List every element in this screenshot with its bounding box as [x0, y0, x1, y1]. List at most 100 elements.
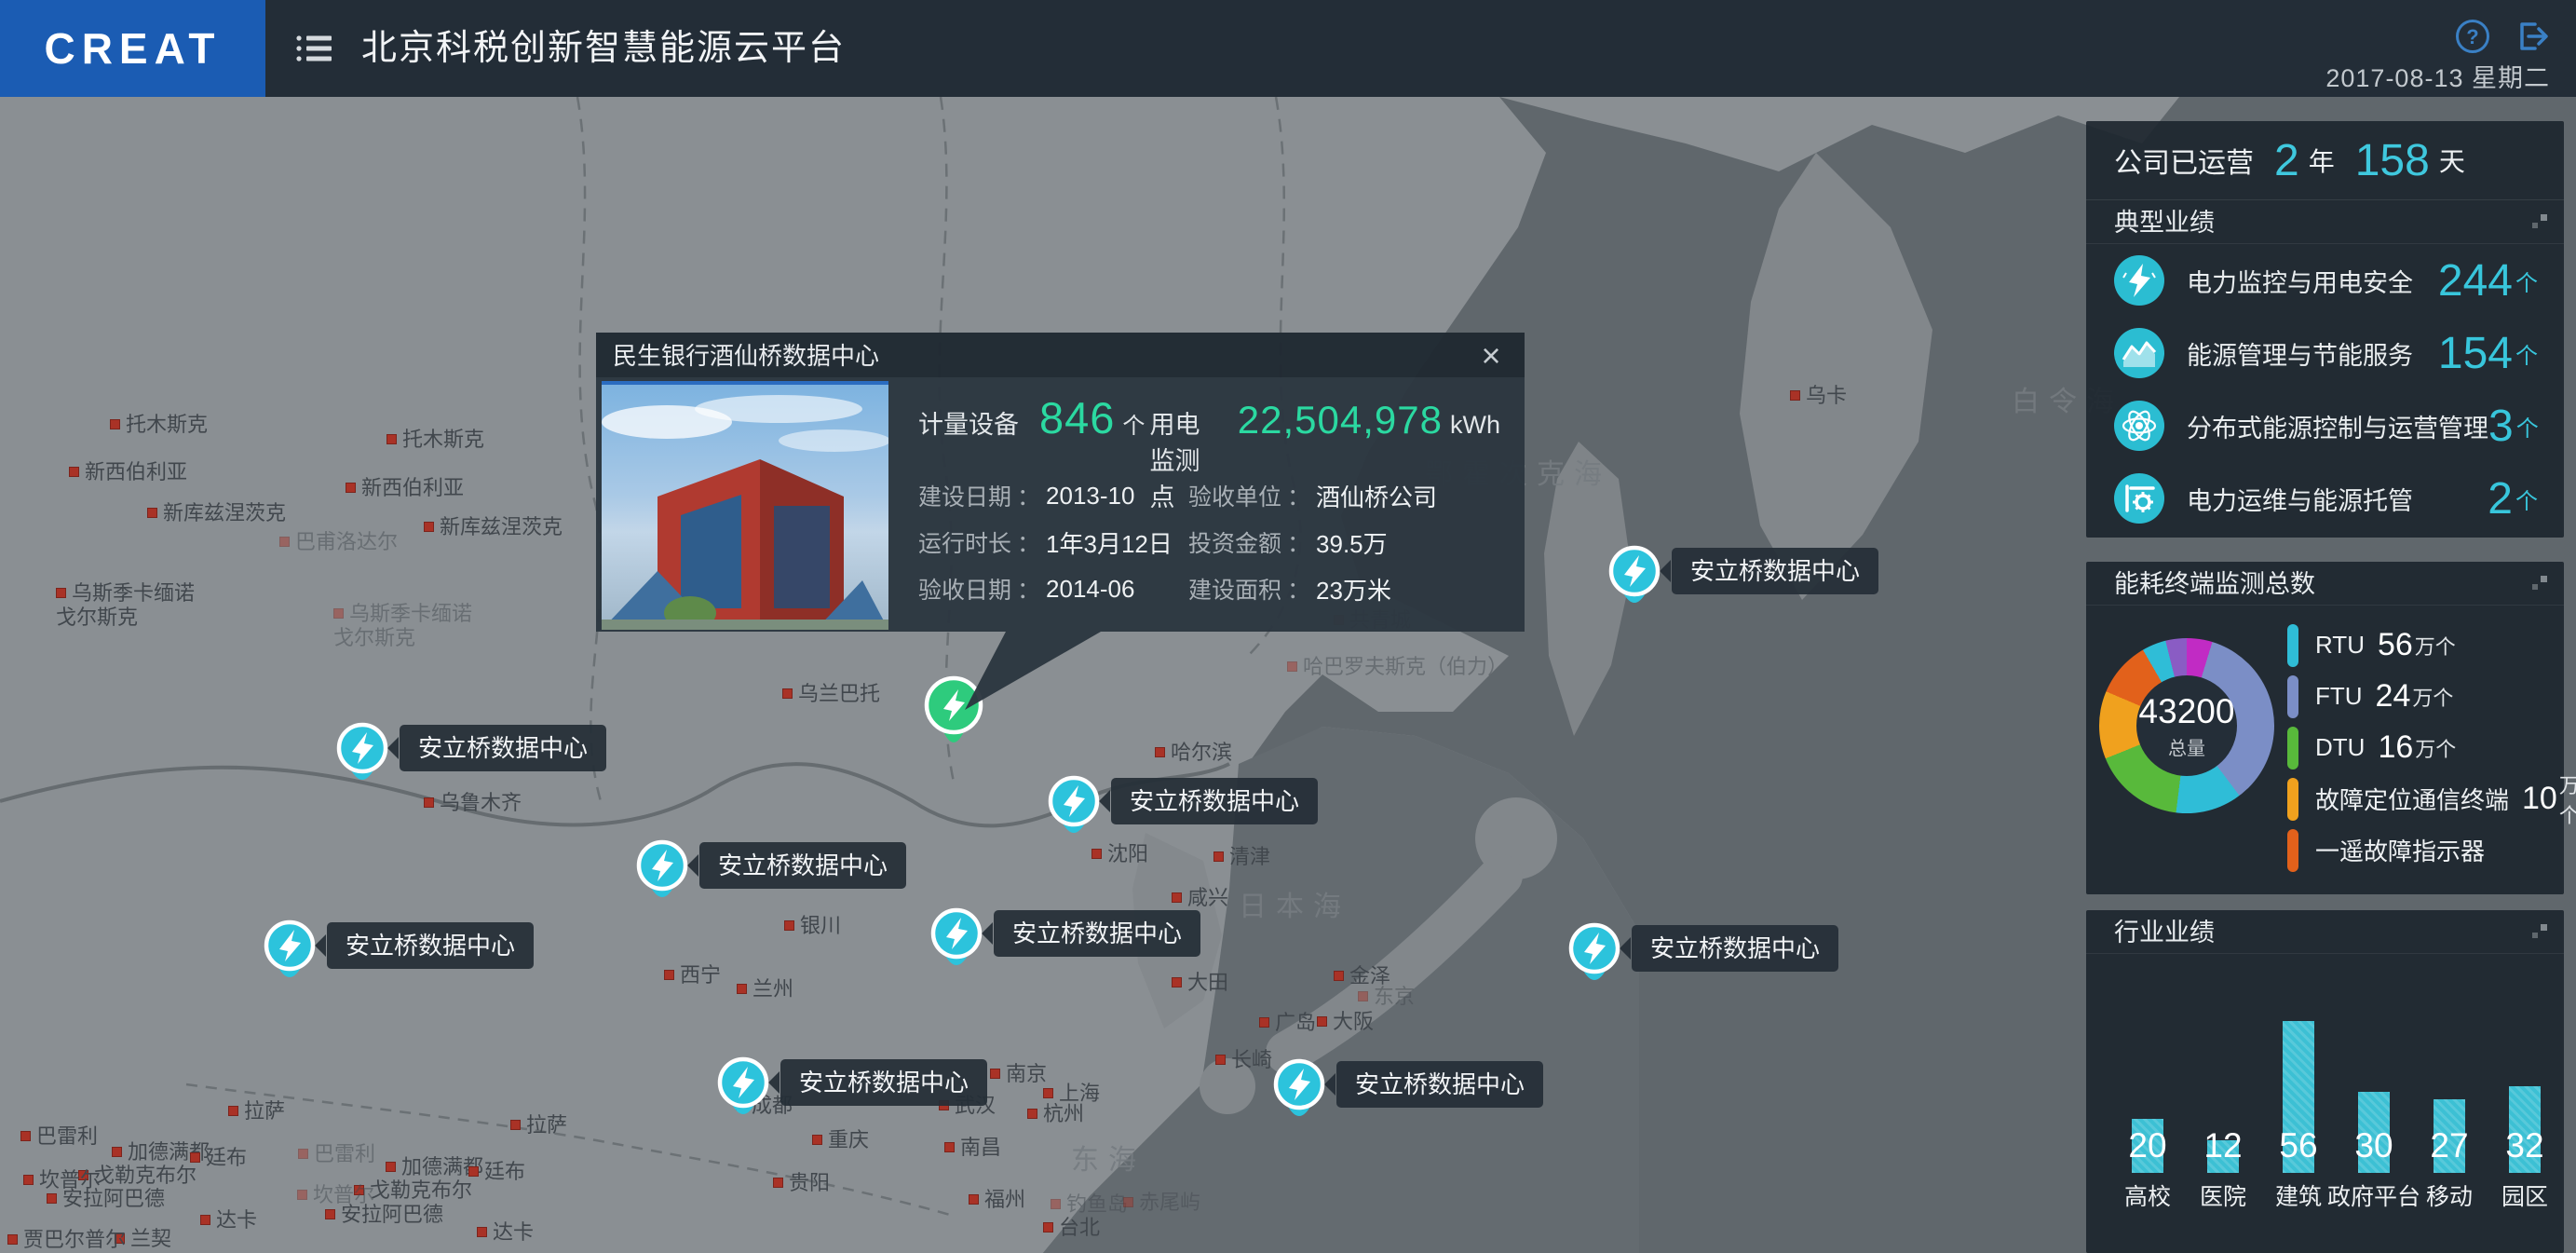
map-city-dot [110, 419, 120, 429]
close-icon[interactable]: × [1472, 336, 1510, 375]
achievement-item: 分布式能源控制与运营管理 3 个 [2086, 389, 2564, 462]
stat-value: 22,504,978 [1238, 398, 1443, 443]
help-icon[interactable]: ? [2455, 19, 2490, 54]
map-city-label: 赤尾屿 [1123, 1186, 1200, 1216]
map-city-dot [1027, 1109, 1037, 1119]
map-city-label: 清津 [1213, 840, 1270, 870]
section-title-typical: 典型业绩 [2086, 200, 2564, 244]
map-city-label: 新西伯利亚 [346, 471, 464, 501]
map-city-dot [297, 1190, 307, 1200]
map-city-dot [1790, 390, 1800, 401]
section-title-terminals: 能耗终端监测总数 [2086, 562, 2564, 606]
map-city-label: 重庆 [812, 1124, 869, 1153]
panel-terminals: 能耗终端监测总数 43200 总量 RTU 56 万个 FTU 24 万个 [2086, 562, 2564, 894]
map-city-label: 乌兰巴托 [782, 677, 880, 707]
energy-wave-icon [2114, 328, 2164, 378]
panel-company: 公司已运营 2年 158天 典型业绩 电力监控与用电安全 244 个 [2086, 121, 2564, 538]
map-city-label: 大阪 [1317, 1005, 1374, 1035]
bar-value: 32 [2505, 1126, 2543, 1165]
map-marker[interactable] [1044, 773, 1104, 851]
map-marker[interactable] [1565, 920, 1624, 999]
section-title-industry: 行业业绩 [2086, 910, 2564, 954]
map-city-label: 乌斯季卡缅诺戈尔斯克 [56, 581, 196, 631]
bar-value: 30 [2354, 1126, 2393, 1165]
marker-label-bubble[interactable]: 安立桥数据中心 [994, 910, 1200, 957]
map-city-label: 贾巴尔普尔 [7, 1223, 126, 1253]
marker-label-bubble[interactable]: 安立桥数据中心 [699, 842, 906, 889]
map-city-dot [1358, 991, 1368, 1001]
marker-label-bubble[interactable]: 安立桥数据中心 [1111, 778, 1318, 824]
brand-logo: CREAT [0, 0, 265, 97]
map-city-dot [812, 1135, 822, 1145]
map-marker[interactable] [332, 720, 392, 798]
map-city-dot [279, 537, 290, 547]
map-city-dot [784, 920, 794, 931]
map-city-label: 贵阳 [773, 1166, 830, 1196]
map-city-dot [1155, 747, 1165, 757]
map-city-label: 钓鱼岛 [1051, 1188, 1128, 1218]
map-city-dot [228, 1106, 238, 1116]
bar-value: 20 [2128, 1126, 2166, 1165]
popup-body: 计量设备 846 个 用电监测点 22,504,978 kWh 建设日期：201… [596, 377, 1525, 632]
map-marker[interactable] [713, 1055, 773, 1133]
map-marker[interactable] [927, 906, 986, 984]
map-city-label: 托木斯克 [110, 408, 208, 438]
map-city-label: 廷布 [190, 1141, 247, 1171]
map-city-label: 银川 [784, 909, 841, 939]
logout-icon[interactable] [2515, 19, 2550, 54]
detail-item: 建设日期：2013-10 [918, 472, 1188, 519]
map-city-dot [346, 483, 356, 493]
bar-categories: 高校 医院 建筑 政府平台 移动 园区 [2099, 1178, 2551, 1216]
map-marker[interactable] [1269, 1056, 1329, 1135]
map-city-dot [298, 1149, 308, 1159]
bar-category: 建筑 [2275, 1178, 2322, 1212]
map-city-label: 廷布 [468, 1155, 525, 1185]
expand-icon[interactable] [2530, 213, 2549, 232]
map-city-label: 乌卡 [1790, 379, 1847, 409]
bar-category: 医院 [2200, 1178, 2246, 1212]
legend-item: FTU 24 万个 [2287, 671, 2555, 722]
expand-icon[interactable] [2530, 575, 2549, 593]
detail-item: 验收日期：2014-06 [918, 565, 1188, 612]
map-city-label: 巴甫洛达尔 [279, 525, 398, 555]
map-city-label: 哈巴罗夫斯克（伯力） [1287, 650, 1508, 680]
map-city-dot [1172, 892, 1182, 903]
industry-bar-chart: 20 12 56 30 27 32 [2099, 966, 2551, 1173]
page-title: 北京科税创新智慧能源云平台 [361, 0, 846, 97]
map-marker[interactable] [1605, 543, 1664, 621]
legend-swatch [2287, 829, 2298, 872]
map-city-dot [510, 1120, 521, 1130]
lightning-icon [2114, 255, 2164, 306]
map-city-dot [664, 970, 674, 980]
map-city-label: 大田 [1172, 966, 1228, 996]
popup-pointer [941, 630, 1108, 714]
marker-label-bubble[interactable]: 安立桥数据中心 [1672, 548, 1878, 594]
map-city-label: 托木斯克 [386, 423, 484, 453]
bar-category: 园区 [2501, 1178, 2548, 1212]
map-city-label: 南京 [990, 1057, 1047, 1087]
map-city-label: 长崎 [1215, 1043, 1272, 1073]
marker-label-bubble[interactable]: 安立桥数据中心 [400, 725, 606, 771]
legend-item: 故障定位通信终端 10 万个 [2287, 773, 2555, 824]
menu-icon[interactable] [296, 34, 333, 63]
map-city-dot [333, 608, 344, 619]
expand-icon[interactable] [2530, 923, 2549, 942]
map-city-dot [69, 467, 79, 477]
marker-label-bubble[interactable]: 安立桥数据中心 [780, 1059, 987, 1106]
map-city-label: 安拉阿巴德 [325, 1198, 443, 1228]
map-marker[interactable] [260, 918, 319, 996]
bar-value: 27 [2430, 1126, 2468, 1165]
map-city-label: 巴雷利 [20, 1120, 98, 1150]
popup-detail-grid: 建设日期：2013-10 验收单位：酒仙桥公司 运行时长：1年3月12日 投资金… [918, 472, 1500, 612]
marker-label-bubble[interactable]: 安立桥数据中心 [1336, 1061, 1543, 1108]
legend-item: 一遥故障指示器 [2287, 824, 2555, 876]
legend-swatch [2287, 624, 2298, 667]
marker-label-bubble[interactable]: 安立桥数据中心 [1632, 925, 1838, 972]
marker-label-bubble[interactable]: 安立桥数据中心 [327, 922, 534, 969]
map-city-label: 达卡 [200, 1204, 257, 1233]
legend-swatch [2287, 675, 2298, 718]
bar-category: 移动 [2426, 1178, 2473, 1212]
bar-value: 12 [2203, 1126, 2242, 1165]
map-marker[interactable] [632, 838, 692, 916]
map-city-label: 哈尔滨 [1155, 736, 1232, 766]
